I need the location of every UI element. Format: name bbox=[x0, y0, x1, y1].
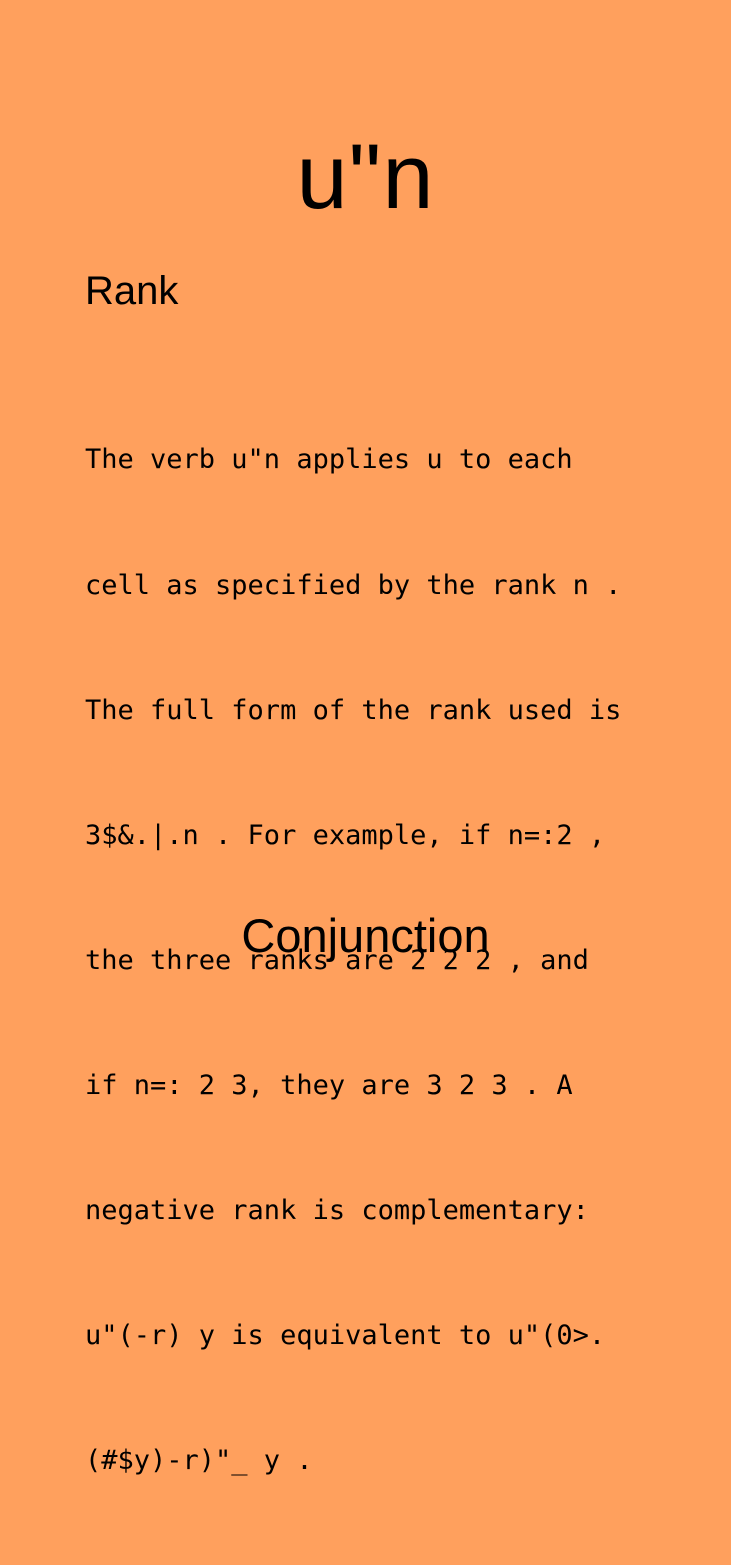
description-line: (#$y)-r)"_ y . bbox=[85, 1445, 313, 1477]
part-of-speech-label: Conjunction bbox=[241, 909, 490, 962]
description-line: u"(-r) y is equivalent to u"(0>. bbox=[85, 1320, 606, 1352]
vocabulary-card: u"n Rank The verb u"n applies u to each … bbox=[0, 0, 731, 1476]
primitive-name: Rank bbox=[85, 269, 179, 313]
description-line: cell as specified by the rank n . bbox=[85, 569, 622, 601]
description-line: The full form of the rank used is bbox=[85, 694, 622, 726]
description-line: if n=: 2 3, they are 3 2 3 . A bbox=[85, 1069, 573, 1101]
description-line: The verb u"n applies u to each bbox=[85, 444, 573, 476]
primitive-symbol: u"n bbox=[296, 126, 435, 228]
description-line: negative rank is complementary: bbox=[85, 1195, 589, 1227]
description-line: 3$&.|.n . For example, if n=:2 , bbox=[85, 819, 606, 851]
